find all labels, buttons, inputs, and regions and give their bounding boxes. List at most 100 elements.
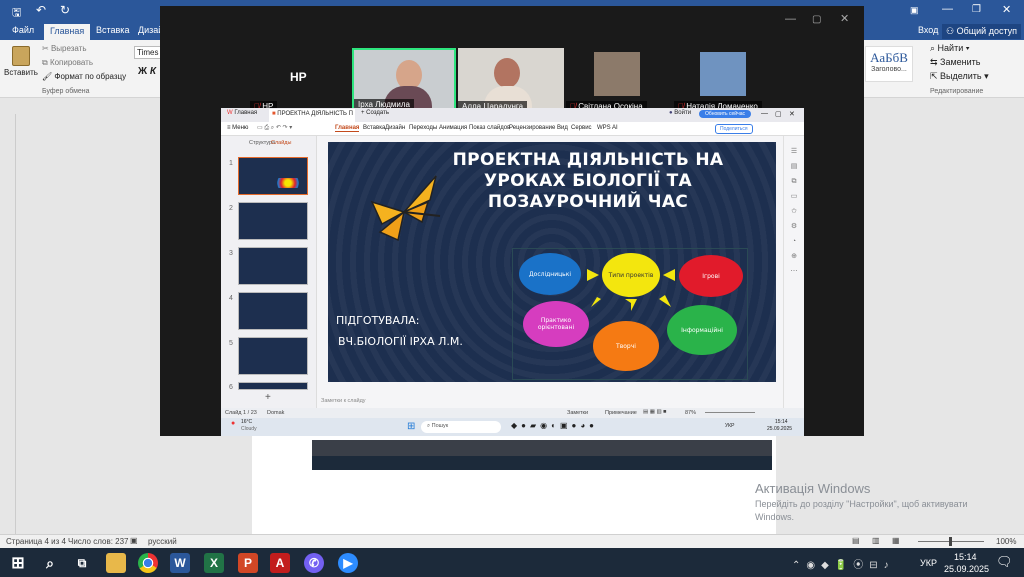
windows-start-icon[interactable]: ⊞ (407, 421, 415, 432)
bold-italic-buttons[interactable]: Ж К (138, 66, 156, 77)
zoom-app-icon[interactable]: ▶ (338, 553, 358, 573)
restore-icon[interactable]: ▢ (812, 14, 821, 25)
select-button[interactable]: ⇱ Выделить ▾ (930, 71, 989, 82)
ribbon-tab-wps-ai[interactable]: WPS AI (597, 125, 618, 131)
notifications-icon[interactable]: 🗨 (996, 554, 1013, 570)
powerpoint-icon[interactable]: P (238, 553, 258, 573)
title-line-3: ПОЗАУРОЧНИЙ ЧАС (487, 192, 689, 212)
print-layout-icon[interactable]: ▥ (872, 536, 880, 545)
wps-zoom[interactable]: 87% (685, 410, 696, 416)
notes-toggle[interactable]: Заметки (567, 410, 588, 416)
page-count[interactable]: Страница 4 из 4 (6, 537, 66, 546)
ribbon-display-icon[interactable]: ▣ (910, 5, 919, 16)
slide-thumbnail[interactable] (238, 202, 308, 240)
close-icon[interactable]: ✕ (1002, 3, 1011, 16)
app-icons[interactable]: ◆●▰◉◐▣●◕● (511, 421, 598, 430)
slide-thumbnail[interactable] (238, 382, 308, 390)
replace-button[interactable]: ⇆ Заменить (930, 57, 981, 68)
ribbon-tab-view[interactable]: Вид (557, 125, 568, 131)
copy-button[interactable]: ⧉ Копировать (42, 58, 93, 68)
wps-login[interactable]: ● Войти (669, 110, 691, 116)
quick-toolbar-icons[interactable]: ▭ ⎙ ⌕ ↶ ↷ ▾ (257, 124, 292, 132)
ribbon-tab-animation[interactable]: Анимация (439, 125, 467, 131)
excel-icon[interactable]: X (204, 553, 224, 573)
minimize-icon[interactable]: — (761, 110, 768, 117)
zoom-slider-thumb[interactable] (949, 537, 952, 546)
slide-thumbnail[interactable] (238, 247, 308, 285)
slide-thumbnail[interactable] (238, 292, 308, 330)
activation-title: Активація Windows (755, 481, 871, 496)
tray-lang[interactable]: УКР (725, 423, 734, 429)
style-sample: АаБбВ (870, 50, 908, 65)
share-button[interactable]: ⚇ Общий доступ (942, 24, 1022, 39)
view-mode-icons[interactable]: ▤ ▦ ▥ ■ (643, 409, 667, 415)
profile-photo (594, 52, 640, 96)
word-icon[interactable]: W (170, 553, 190, 573)
notes-area[interactable]: Заметки к слайду (321, 396, 781, 408)
ribbon-tab-tools[interactable]: Сервис (571, 125, 592, 131)
tab-slides[interactable]: Слайды (271, 140, 291, 146)
font-name-box[interactable]: Times I (134, 46, 162, 59)
menu-button[interactable]: ≡ Меню (227, 125, 248, 131)
tab-insert[interactable]: Вставка (96, 25, 129, 35)
minimize-icon[interactable]: — (785, 13, 796, 25)
video-tile-svitlana[interactable]: 🎙̸ Світлана Осокіна (566, 48, 672, 114)
ribbon-tab-design[interactable]: Дизайн (385, 125, 405, 131)
video-tile-nataliia[interactable]: 🎙̸ Наталія Ломаченко (674, 48, 784, 114)
wps-home-tab[interactable]: W Главная (227, 110, 257, 116)
slide-thumbnail[interactable] (238, 157, 308, 195)
video-tile-np[interactable]: НР 🎙̸ НР (250, 48, 350, 114)
find-button[interactable]: ⌕ Найти ▾ (930, 43, 970, 54)
tab-home[interactable]: Главная (44, 24, 91, 40)
proofing-icon[interactable]: ▣ (130, 536, 138, 545)
search-box[interactable]: ⌕ Пошук (421, 421, 501, 433)
file-explorer-icon[interactable] (106, 553, 126, 573)
restore-icon[interactable]: ❐ (972, 4, 981, 15)
redo-icon[interactable]: ↻ (60, 3, 70, 17)
login-link[interactable]: Вход (918, 25, 938, 35)
update-button[interactable]: Обновить сейчас (699, 110, 751, 118)
pdf-icon[interactable]: A (270, 553, 290, 573)
share-button[interactable]: Поделиться (715, 124, 753, 134)
tray-icons[interactable]: ⌃◉◆🔋⦿⊟♪ (792, 556, 895, 571)
new-tab-button[interactable]: + Создать (361, 110, 389, 116)
slide-title: ПРОЕКТНА ДІЯЛЬНІСТЬ НА УРОКАХ БІОЛОГІЇ Т… (438, 150, 738, 213)
chrome-icon[interactable] (138, 553, 158, 573)
theme-name[interactable]: Domak (267, 410, 284, 416)
viber-icon[interactable]: ✆ (304, 553, 324, 573)
language-indicator[interactable]: русский (148, 537, 177, 546)
ribbon-tab-slideshow[interactable]: Показ слайдов (469, 125, 510, 131)
paste-button[interactable]: Вставить (4, 46, 38, 77)
style-heading[interactable]: АаБбВ Заголово... (865, 46, 913, 82)
video-tile-alla[interactable]: Алла Царалунга (458, 48, 564, 114)
task-view-icon[interactable]: ⧉ (72, 553, 92, 573)
search-icon[interactable]: ⌕ (40, 553, 60, 573)
taskbar-lang[interactable]: УКР (920, 558, 937, 568)
save-icon[interactable]: 🖫 (12, 4, 21, 23)
current-slide[interactable]: ПРОЕКТНА ДІЯЛЬНІСТЬ НА УРОКАХ БІОЛОГІЇ Т… (328, 142, 776, 382)
close-icon[interactable]: ✕ (789, 110, 795, 118)
undo-icon[interactable]: ↶ (36, 3, 46, 17)
slide-thumbnail[interactable] (238, 337, 308, 375)
wps-zoom-slider[interactable] (705, 412, 755, 413)
wps-file-tab[interactable]: ■ ПРОЕКТНА ДІЯЛЬНІСТЬ П (269, 109, 355, 122)
ribbon-tab-transitions[interactable]: Переходы (409, 125, 437, 131)
format-painter-button[interactable]: 🖌 Формат по образцу (42, 72, 126, 81)
comment-toggle[interactable]: Примечание (605, 410, 637, 416)
word-count[interactable]: Число слов: 237 (68, 537, 128, 546)
minimize-icon[interactable]: — (942, 3, 953, 15)
zoom-level[interactable]: 100% (996, 537, 1016, 546)
read-mode-icon[interactable]: ▤ (852, 536, 860, 545)
ribbon-tab-review[interactable]: Рецензирование (509, 125, 555, 131)
title-line-1: ПРОЕКТНА ДІЯЛЬНІСТЬ НА (452, 150, 724, 170)
windows-start-icon[interactable]: ⊞ (8, 553, 28, 573)
cut-button[interactable]: ✂ Вырезать (42, 44, 87, 53)
tab-file[interactable]: Файл (12, 25, 34, 35)
web-layout-icon[interactable]: ▦ (892, 536, 900, 545)
add-slide-button[interactable]: + (265, 392, 271, 403)
close-icon[interactable]: ✕ (840, 12, 849, 25)
ribbon-tab-insert[interactable]: Вставка (363, 125, 385, 131)
restore-icon[interactable]: ▢ (775, 110, 782, 118)
ribbon-tab-home[interactable]: Главная (335, 125, 360, 132)
video-tile-irkha[interactable]: Ірха Людмила (352, 48, 456, 114)
